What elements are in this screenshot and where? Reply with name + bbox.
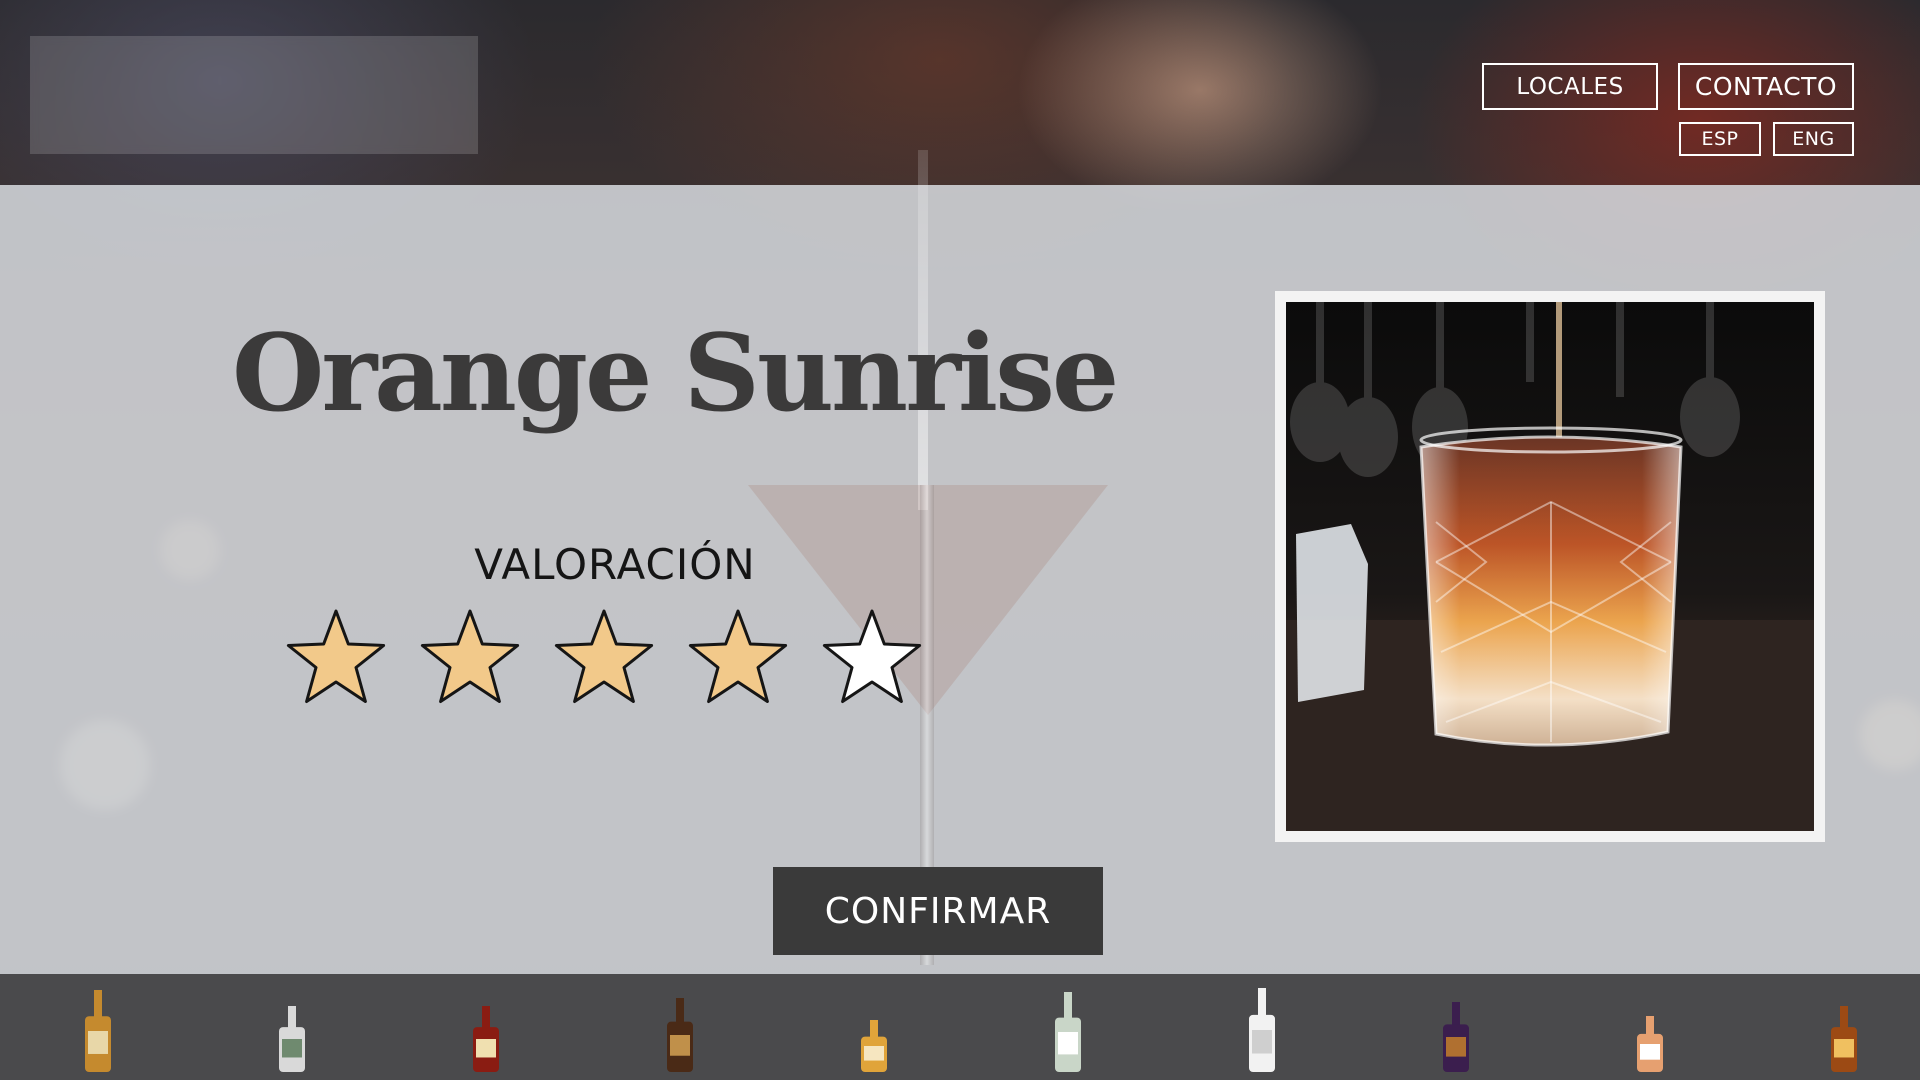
star-3-icon[interactable] (548, 605, 660, 711)
rum-bottle-icon[interactable] (667, 998, 693, 1072)
cocktail-title: Orange Sunrise (232, 310, 1119, 435)
vodka-bottle-icon[interactable] (1249, 988, 1275, 1072)
rating-label: VALORACIÓN (474, 540, 756, 589)
cognac-bottle-icon[interactable] (1443, 1002, 1469, 1072)
confirm-button[interactable]: CONFIRMAR (773, 867, 1103, 955)
star-2-icon[interactable] (414, 605, 526, 711)
star-5-icon[interactable] (816, 605, 928, 711)
scotch-bottle-icon[interactable] (861, 1020, 887, 1072)
whisky-bottle-icon[interactable] (85, 990, 111, 1072)
logo[interactable] (30, 36, 478, 154)
star-4-icon[interactable] (682, 605, 794, 711)
bourbon-bottle-icon[interactable] (473, 1006, 499, 1072)
brandy-bottle-icon[interactable] (1831, 1006, 1857, 1072)
whisky-glass-image (1286, 302, 1814, 831)
star-rating[interactable] (280, 605, 940, 715)
japanese-whisky-bottle-icon[interactable] (1637, 1016, 1663, 1072)
cocktail-photo (1286, 302, 1814, 831)
language-eng-button[interactable]: ENG (1773, 122, 1854, 156)
gin-bottle-icon[interactable] (279, 1006, 305, 1072)
nav-locales-button[interactable]: LOCALES (1482, 63, 1658, 110)
whisky-bottle-icon[interactable] (1055, 992, 1081, 1072)
language-esp-button[interactable]: ESP (1679, 122, 1761, 156)
nav-contacto-button[interactable]: CONTACTO (1678, 63, 1854, 110)
cocktail-photo-frame (1275, 291, 1825, 842)
bottle-carousel (0, 974, 1920, 1080)
star-1-icon[interactable] (280, 605, 392, 711)
